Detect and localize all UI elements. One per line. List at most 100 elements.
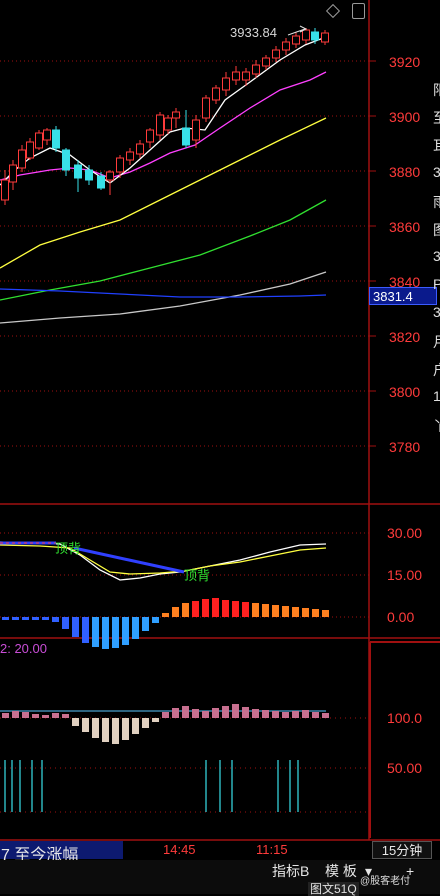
candle-body-28	[272, 49, 280, 59]
ma250-line	[0, 288, 327, 298]
ma120-line	[0, 271, 327, 324]
candle-body-3	[26, 141, 34, 159]
ind-bar-4	[42, 715, 49, 718]
side-char-0: 阳	[433, 80, 440, 100]
macd-bar-8	[82, 617, 89, 643]
period-selector[interactable]: 15分钟	[372, 841, 432, 859]
side-char-9: 月	[433, 332, 440, 352]
ind-bar-22	[222, 706, 229, 718]
candle-body-20	[192, 119, 200, 141]
side-char-6: 3	[433, 248, 440, 264]
divergence-tag-right: 顶背	[184, 568, 211, 583]
ind-bar-20	[202, 711, 209, 718]
candle-body-6	[52, 129, 60, 149]
ind-bar-5	[52, 713, 59, 718]
candle-body-24	[232, 71, 240, 81]
macd-bar-11	[112, 617, 119, 648]
ind-bar-31	[312, 712, 319, 718]
candle-body-27	[262, 57, 270, 67]
indicator-param-label: 2: 20.00	[0, 641, 47, 656]
tab-indicator-suffix: B	[300, 863, 310, 879]
macd-bar-22	[222, 600, 229, 617]
ind-bar-0	[2, 713, 9, 718]
ind-bar-19	[192, 709, 199, 718]
ind-bar-1	[12, 711, 19, 718]
price-tick-3900: 3900	[389, 109, 421, 125]
watermark: @股客老付	[360, 876, 411, 887]
candle-body-2	[18, 149, 26, 169]
candle-body-7	[62, 149, 70, 171]
ind-bar-27	[272, 711, 279, 718]
side-char-3: 3	[433, 164, 440, 180]
window-button-icon[interactable]	[352, 3, 365, 19]
chart-app: 3933.84 3920 3900 3880 3860 3840 3820 38…	[0, 0, 440, 896]
ind-bar-6	[62, 714, 69, 718]
price-tick-3880: 3880	[389, 164, 421, 180]
macd-bar-3	[32, 617, 39, 620]
side-char-8: 3	[433, 304, 440, 320]
candle-body-16	[156, 114, 164, 136]
macd-bar-23	[232, 601, 239, 617]
ind-bar-23	[232, 704, 239, 718]
ind-bar-7	[72, 718, 79, 726]
side-char-11: 1	[433, 388, 440, 404]
ind-bar-30	[302, 710, 309, 718]
side-char-10: 户	[433, 360, 440, 380]
price-tick-3780: 3780	[389, 439, 421, 455]
macd-bar-2	[22, 617, 29, 620]
ind-bar-18	[182, 706, 189, 718]
ind-bar-2	[22, 712, 29, 718]
peak-price-label: 3933.84	[230, 25, 277, 40]
candle-body-22	[212, 87, 220, 101]
candle-body-19	[182, 127, 190, 146]
ma60-line	[0, 199, 327, 301]
ind-bar-12	[122, 718, 129, 740]
candle-body-26	[252, 64, 260, 75]
indicator-tick-50: 50.00	[387, 760, 423, 776]
macd-bar-18	[182, 603, 189, 617]
ind-bar-8	[82, 718, 89, 732]
divergence-tag-left: 顶背	[55, 541, 82, 556]
tab-indicator[interactable]: 指标B	[272, 861, 309, 881]
ind-bar-9	[92, 718, 99, 738]
ind-bar-3	[32, 714, 39, 718]
ind-bar-15	[152, 718, 159, 722]
candle-body-8	[74, 164, 82, 179]
ind-bar-17	[172, 708, 179, 718]
macd-bar-21	[212, 598, 219, 617]
time-tick-1445: 14:45	[163, 842, 196, 857]
macd-bar-28	[282, 606, 289, 617]
candle-body-30	[292, 35, 300, 45]
candle-body-25	[242, 71, 250, 81]
tab-indicator-label: 指标	[272, 863, 300, 879]
macd-bar-16	[162, 613, 169, 617]
indicator-tick-100: 100.0	[387, 710, 423, 726]
macd-bar-5	[52, 617, 59, 622]
ind-bar-25	[252, 709, 259, 718]
macd-bar-27	[272, 605, 279, 617]
macd-bar-7	[72, 617, 79, 637]
macd-tick-30: 30.00	[387, 525, 423, 541]
candle-body-15	[146, 129, 154, 143]
candle-body-23	[222, 77, 230, 91]
price-tick-3860: 3860	[389, 219, 421, 235]
macd-dea-line	[0, 544, 327, 575]
candle-body-5	[43, 129, 51, 141]
kline-chart[interactable]	[0, 0, 440, 894]
side-char-4: 雨	[433, 192, 440, 212]
candle-body-18	[172, 111, 180, 119]
candle-body-21	[202, 97, 210, 119]
change-status-box: 7 至今涨幅1.14%	[0, 841, 123, 882]
price-tick-3820: 3820	[389, 329, 421, 345]
macd-bar-25	[252, 603, 259, 617]
side-char-1: 至	[433, 108, 440, 128]
ind-bar-26	[262, 710, 269, 718]
tab-template[interactable]: 模 板	[325, 861, 357, 881]
ind-bar-13	[132, 718, 139, 734]
macd-bar-13	[132, 617, 139, 639]
macd-bar-26	[262, 604, 269, 617]
ind-bar-32	[322, 713, 329, 718]
candle-body-9	[85, 169, 93, 181]
macd-bar-12	[122, 617, 129, 645]
ind-bar-14	[142, 718, 149, 728]
